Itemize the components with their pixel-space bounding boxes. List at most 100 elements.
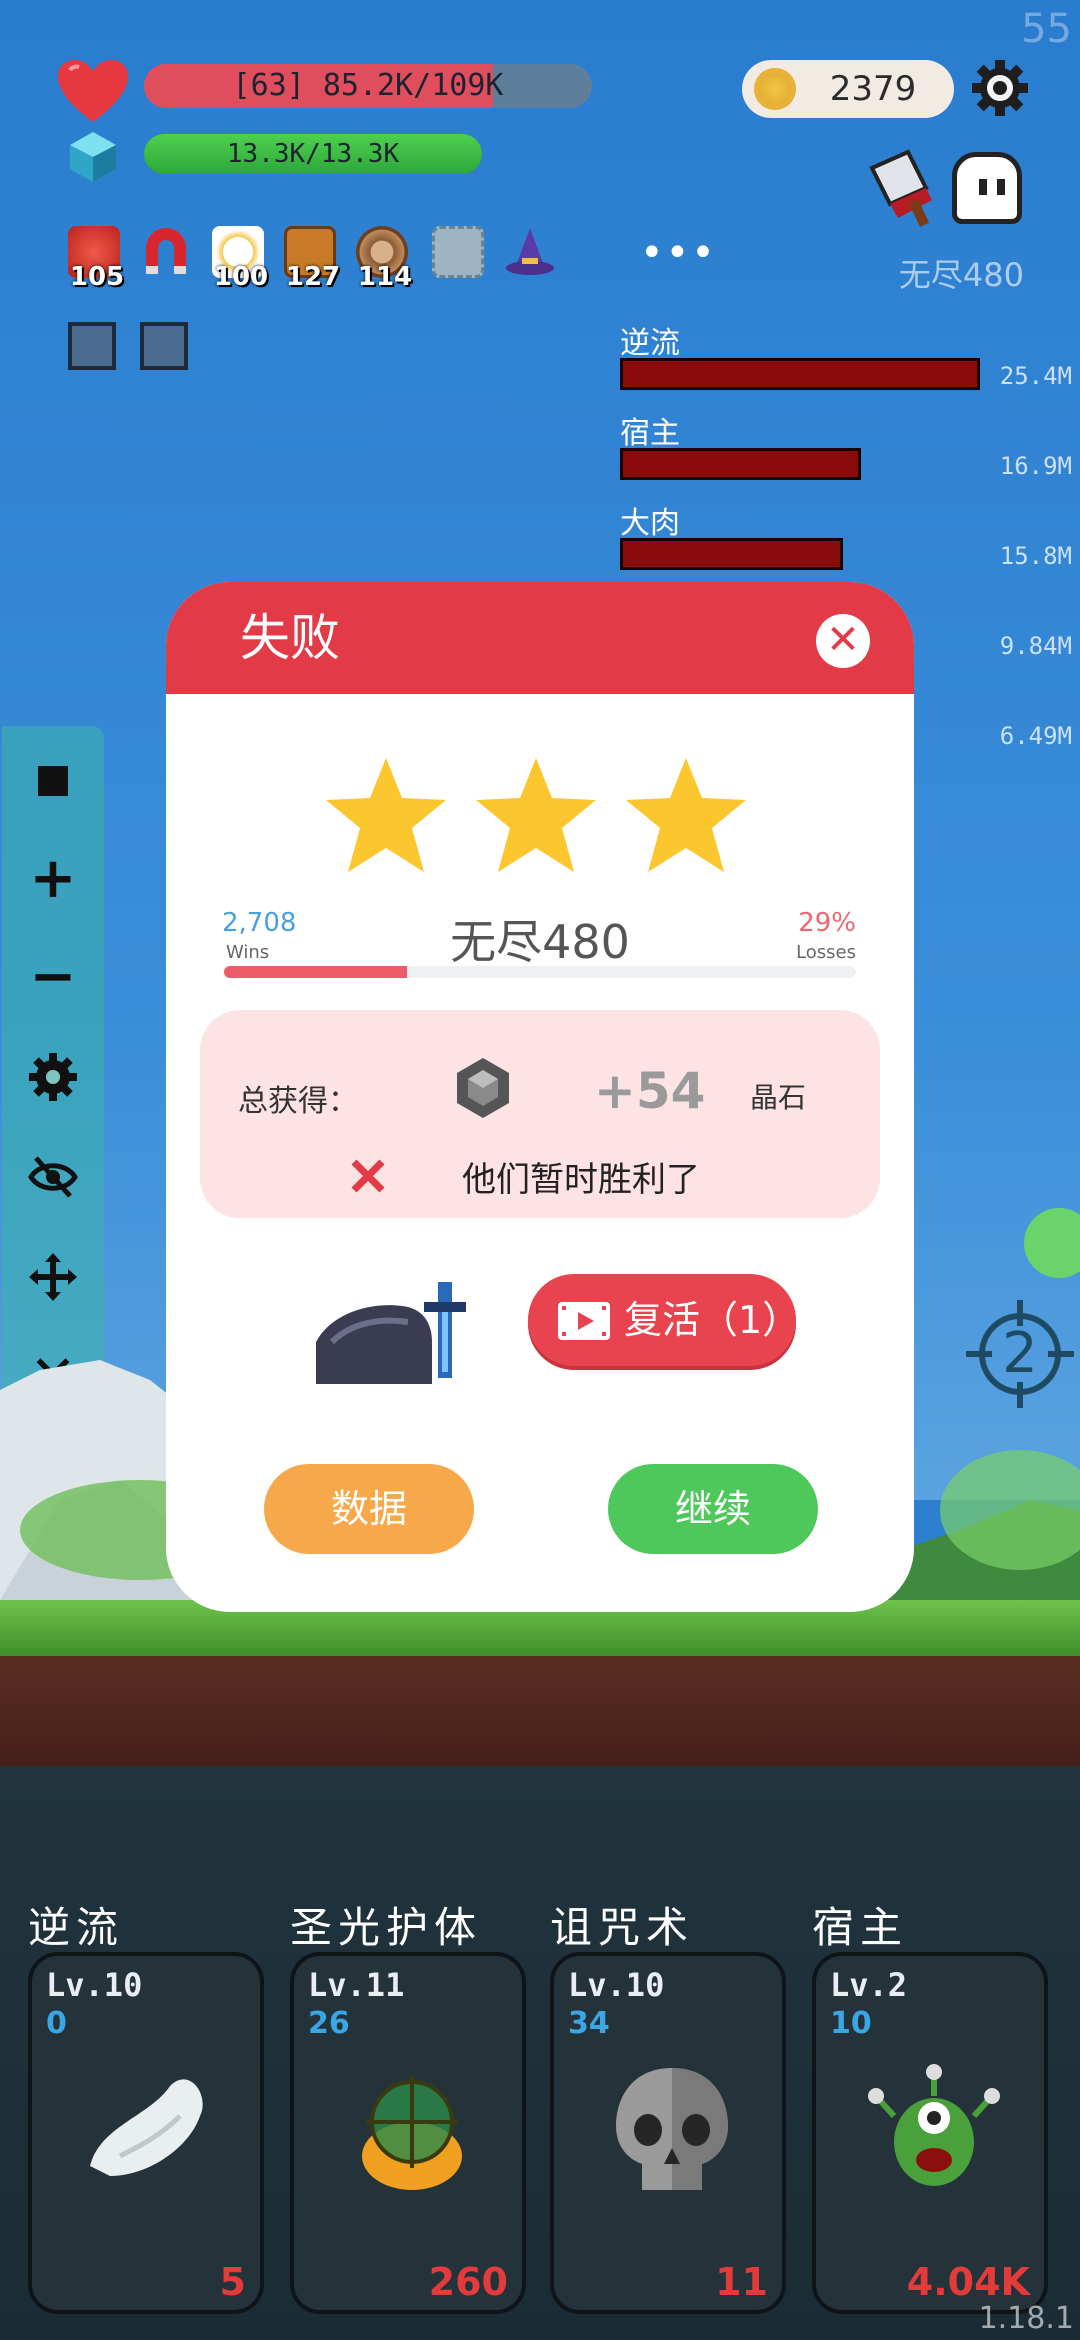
buff-lightbulb-icon <box>68 322 116 370</box>
skill-card-zuzhou[interactable]: 诅咒术 Lv.10 34 11 <box>550 1894 798 2314</box>
version-label: 1.18.1 <box>978 2301 1074 2336</box>
skill-card[interactable]: Lv.10 34 11 <box>550 1952 786 2314</box>
skill-level: Lv.2 <box>830 1966 908 2004</box>
item-empty-slot[interactable] <box>428 222 488 292</box>
skill-card-niliu[interactable]: 逆流 Lv.10 0 5 <box>28 1894 276 2314</box>
skill-sub: 10 <box>830 2006 872 2041</box>
win-loss-progress <box>224 966 856 978</box>
coin-counter: 2379 <box>742 60 954 118</box>
damage-name: 逆流 <box>620 326 680 361</box>
skill-card-shengguang[interactable]: 圣光护体 Lv.11 26 260 <box>290 1894 538 2314</box>
hp-text: [63] 85.2K/109K <box>232 68 504 103</box>
more-dots[interactable]: ••• <box>640 230 717 276</box>
skill-number: 4.04K <box>906 2260 1030 2304</box>
item-book[interactable]: 127 <box>280 222 340 292</box>
wizard-hat-icon <box>506 228 554 275</box>
dirt-strip <box>0 1656 1080 1766</box>
crosshair-number: 2 <box>1002 1321 1038 1386</box>
skill-title: 诅咒术 <box>550 1903 695 1952</box>
skill-level: Lv.10 <box>568 1966 665 2004</box>
star-icon <box>626 758 746 872</box>
coin-icon <box>754 68 796 110</box>
losses-label: Losses <box>796 942 856 963</box>
item-shield[interactable]: 114 <box>352 222 412 292</box>
damage-value: 6.49M <box>999 722 1072 750</box>
ghost-icon <box>952 152 1022 224</box>
skill-title: 宿主 <box>812 1903 909 1952</box>
close-button[interactable]: ✕ <box>816 614 870 668</box>
wing-icon <box>90 2079 203 2176</box>
hide-eye-icon[interactable] <box>28 1152 78 1202</box>
zoom-in-icon[interactable]: + <box>28 851 78 907</box>
skull-icon <box>616 2068 728 2190</box>
skill-number: 11 <box>715 2260 768 2304</box>
skill-number: 260 <box>428 2260 508 2304</box>
damage-name: 宿主 <box>620 416 680 451</box>
defeat-dialog: 失败 ✕ 2,708 Wins 无尽480 29% Losses 总获得： +5… <box>166 582 914 1612</box>
skill-title: 圣光护体 <box>290 1903 483 1952</box>
damage-value: 16.9M <box>999 452 1072 480</box>
mana-text: 13.3K/13.3K <box>226 139 400 169</box>
continue-button[interactable]: 继续 <box>608 1464 818 1554</box>
data-button[interactable]: 数据 <box>264 1464 474 1554</box>
alien-icon <box>868 2064 1000 2186</box>
skill-card[interactable]: Lv.2 10 4.04K <box>812 1952 1048 2314</box>
skill-card[interactable]: Lv.10 0 5 <box>28 1952 264 2314</box>
magnet-icon <box>146 228 186 274</box>
reward-value: +54 <box>594 1062 706 1120</box>
losses-value: 29% <box>798 908 856 938</box>
item-magnet[interactable] <box>136 222 196 292</box>
buff-lightbulb-icon <box>140 322 188 370</box>
fps-counter: 55 <box>1021 6 1072 52</box>
damage-row: 逆流 <box>620 318 1060 390</box>
mana-bar: 13.3K/13.3K <box>144 134 482 174</box>
revive-button[interactable]: 复活（1） <box>528 1274 801 1366</box>
skill-sub: 0 <box>46 2006 67 2041</box>
skill-level: Lv.10 <box>46 1966 143 2004</box>
progress-fill <box>224 966 408 978</box>
gear-icon[interactable] <box>28 1052 78 1102</box>
dialog-header: 失败 ✕ <box>166 582 914 694</box>
skill-title: 逆流 <box>28 1903 125 1952</box>
skill-level: Lv.11 <box>308 1966 405 2004</box>
skill-sub: 34 <box>568 2006 610 2041</box>
damage-bar <box>620 538 844 570</box>
cleaver-icon <box>869 149 932 227</box>
result-message: 他们暂时胜利了 <box>462 1160 700 1200</box>
hp-bar: [63] 85.2K/109K <box>144 64 592 108</box>
skill-card[interactable]: Lv.11 26 260 <box>290 1952 526 2314</box>
item-egg[interactable]: 100 <box>208 222 268 292</box>
reward-label: 总获得： <box>238 1084 358 1119</box>
fail-x-icon <box>351 1159 385 1193</box>
video-ad-icon <box>558 1302 610 1340</box>
move-arrows-icon[interactable] <box>28 1252 78 1302</box>
item-wizard-hat[interactable] <box>500 222 560 292</box>
stop-icon[interactable] <box>28 756 78 806</box>
revive-label: 复活（1） <box>624 1298 801 1342</box>
item-apple[interactable]: 105 <box>64 222 124 292</box>
damage-row: 宿主 <box>620 408 1060 480</box>
skill-sub: 26 <box>308 2006 350 2041</box>
settings-gear-icon[interactable] <box>970 58 1030 118</box>
damage-bar <box>620 358 980 390</box>
crystal-icon <box>457 1058 509 1118</box>
dialog-title: 失败 <box>240 609 340 667</box>
skill-card-suzhu[interactable]: 宿主 Lv.2 10 4.04K <box>812 1894 1060 2314</box>
damage-value: 9.84M <box>999 632 1072 660</box>
buff-row <box>68 322 212 374</box>
damage-row: 大肉 <box>620 498 1060 570</box>
zoom-out-icon[interactable]: − <box>28 949 78 1005</box>
mana-gem-icon <box>70 132 116 182</box>
holy-shield-icon <box>362 2076 462 2190</box>
heart-icon <box>58 60 128 122</box>
reward-panel: 总获得： +54 晶石 他们暂时胜利了 <box>200 1010 880 1218</box>
skill-number: 5 <box>219 2260 246 2304</box>
damage-value: 25.4M <box>999 362 1072 390</box>
star-rating <box>322 754 762 878</box>
empty-slot-icon <box>432 226 484 278</box>
reward-unit: 晶石 <box>750 1081 807 1114</box>
damage-name: 大肉 <box>620 506 680 541</box>
star-icon <box>476 758 596 872</box>
endless-stage-label: 无尽480 <box>898 256 1024 294</box>
coin-value: 2379 <box>829 69 917 109</box>
